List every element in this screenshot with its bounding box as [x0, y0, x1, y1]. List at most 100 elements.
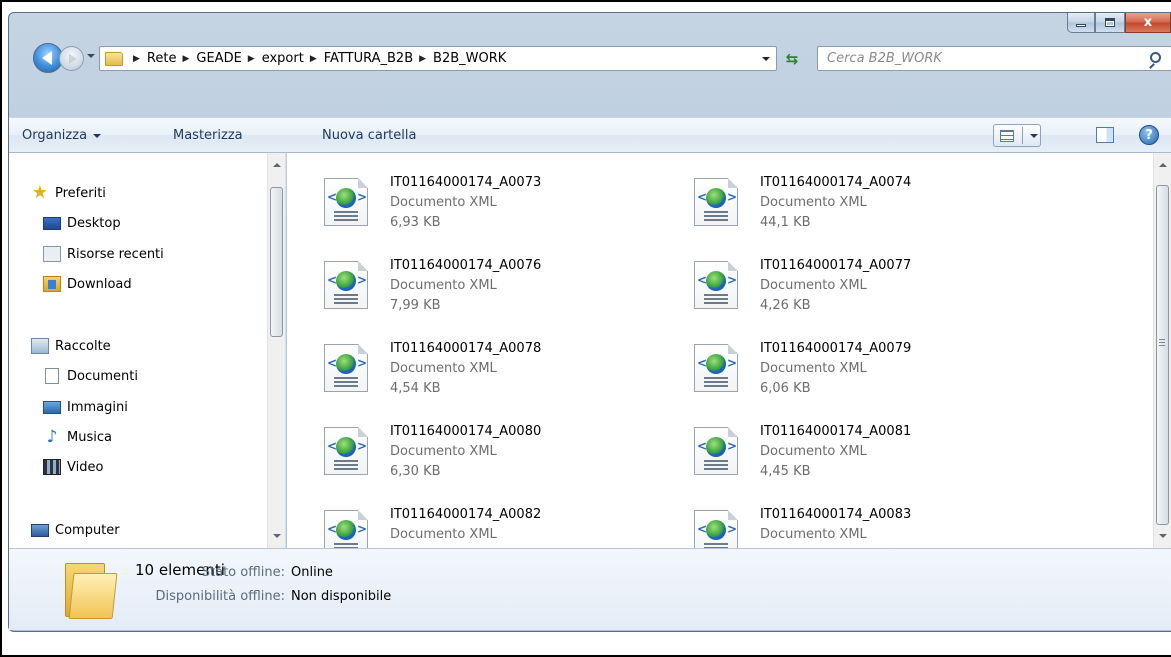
scrollbar-grip-icon [1159, 339, 1165, 346]
file-item[interactable]: < > IT01164000174_A0078 Documento XML 4,54 K… [287, 336, 627, 416]
minimize-icon [1076, 24, 1086, 27]
view-details-icon [1000, 129, 1014, 142]
breadcrumb-separator-icon[interactable]: ▶ [248, 54, 255, 64]
breadcrumb-geade[interactable]: GEADE [196, 51, 241, 66]
file-item[interactable]: < > IT01164000174_A0077 Documento XML 4,26 K… [657, 253, 997, 333]
nav-item-label: Risorse recenti [67, 246, 164, 262]
documents-icon [45, 368, 59, 384]
file-size: 6,93 KB [390, 215, 441, 230]
search-icon[interactable] [1150, 52, 1161, 63]
file-item[interactable]: < > IT01164000174_A0083 Documento XML [657, 502, 997, 548]
search-placeholder: Cerca B2B_WORK [827, 51, 942, 66]
file-size: 4,45 KB [760, 464, 811, 479]
nav-item-label: Download [67, 276, 132, 292]
maximize-button[interactable] [1095, 13, 1125, 33]
file-item[interactable]: < > IT01164000174_A0079 Documento XML 6,06 K… [657, 336, 997, 416]
scrollbar-thumb[interactable] [270, 187, 283, 337]
refresh-button[interactable]: ⇆ [779, 46, 805, 71]
file-name: IT01164000174_A0074 [760, 175, 912, 190]
xml-document-icon: < > [694, 510, 738, 548]
file-item[interactable]: < > IT01164000174_A0074 Documento XML 44,1 K… [657, 170, 997, 250]
command-bar: Organizza Masterizza Nuova cartella ? [9, 117, 1171, 153]
view-separator [1022, 127, 1023, 144]
file-type: Documento XML [760, 444, 867, 459]
nav-item-label: Immagini [67, 399, 128, 415]
file-type: Documento XML [390, 444, 497, 459]
breadcrumb-separator-icon[interactable]: ▶ [133, 54, 140, 64]
scroll-down-icon[interactable] [273, 534, 281, 538]
file-item[interactable]: < > IT01164000174_A0080 Documento XML 6,30 K… [287, 419, 627, 499]
nav-pane-scrollbar[interactable] [267, 153, 285, 548]
file-name: IT01164000174_A0077 [760, 258, 912, 273]
breadcrumb-fattura-b2b[interactable]: FATTURA_B2B [324, 51, 413, 66]
breadcrumb-rete[interactable]: Rete [147, 51, 177, 66]
nav-item-computer[interactable]: Computer [31, 519, 120, 541]
recent-pages-dropdown-icon[interactable] [87, 54, 95, 58]
breadcrumb-separator-icon[interactable]: ▶ [182, 54, 189, 64]
nav-item-favorites[interactable]: ★ Preferiti [31, 182, 106, 204]
address-history-dropdown-icon[interactable] [762, 57, 770, 61]
desktop-icon [43, 216, 61, 230]
nav-item-videos[interactable]: Video [43, 456, 103, 478]
scroll-up-icon[interactable] [1159, 163, 1167, 167]
file-name: IT01164000174_A0080 [390, 424, 542, 439]
preview-pane-icon[interactable] [1096, 127, 1114, 143]
file-name: IT01164000174_A0083 [760, 507, 912, 522]
chevron-down-icon[interactable] [1030, 133, 1038, 138]
address-bar[interactable]: ▶ Rete ▶ GEADE ▶ export ▶ FATTURA_B2B ▶ … [99, 46, 777, 71]
file-type: Documento XML [760, 361, 867, 376]
nav-item-label: Raccolte [55, 338, 111, 354]
offline-status-label: Stato offline: [201, 565, 285, 580]
file-type: Documento XML [390, 195, 497, 210]
nav-item-label: Documenti [67, 368, 138, 384]
organize-menu-button[interactable]: Organizza [22, 128, 102, 143]
xml-document-icon: < > [324, 178, 368, 226]
nav-item-music[interactable]: ♪ Musica [43, 426, 112, 448]
file-item[interactable]: < > IT01164000174_A0076 Documento XML 7,99 K… [287, 253, 627, 333]
file-item[interactable]: < > IT01164000174_A0082 Documento XML [287, 502, 627, 548]
nav-item-libraries[interactable]: Raccolte [31, 335, 111, 357]
file-item[interactable]: < > IT01164000174_A0073 Documento XML 6,93 K… [287, 170, 627, 250]
help-icon[interactable]: ? [1139, 125, 1159, 145]
nav-item-pictures[interactable]: Immagini [43, 396, 128, 418]
xml-document-icon: < > [694, 344, 738, 392]
new-folder-button[interactable]: Nuova cartella [322, 128, 416, 143]
nav-item-label: Desktop [67, 215, 121, 231]
star-icon: ★ [31, 182, 49, 203]
minimize-button[interactable] [1067, 13, 1095, 33]
file-list: < > IT01164000174_A0073 Documento XML 6,93 K… [287, 153, 1153, 548]
computer-icon [31, 523, 49, 537]
breadcrumb-b2b-work[interactable]: B2B_WORK [433, 51, 506, 66]
film-icon [43, 459, 61, 475]
offline-status-value: Online [291, 565, 333, 580]
nav-item-documents[interactable]: Documenti [43, 365, 138, 387]
scroll-up-icon[interactable] [273, 163, 281, 167]
file-type: Documento XML [390, 278, 497, 293]
nav-item-desktop[interactable]: Desktop [43, 212, 121, 234]
xml-document-icon: < > [324, 344, 368, 392]
forward-button[interactable] [59, 46, 84, 71]
breadcrumb-separator-icon[interactable]: ▶ [419, 54, 426, 64]
music-note-icon: ♪ [46, 427, 58, 447]
offline-availability-label: Disponibilità offline: [155, 589, 286, 604]
file-item[interactable]: < > IT01164000174_A0081 Documento XML 4,45 K… [657, 419, 997, 499]
close-icon: x [1143, 15, 1153, 30]
xml-document-icon: < > [324, 510, 368, 548]
file-size: 4,54 KB [390, 381, 441, 396]
file-size: 44,1 KB [760, 215, 811, 230]
change-view-button[interactable] [993, 124, 1041, 147]
scrollbar-thumb[interactable] [1156, 185, 1169, 525]
nav-item-recent[interactable]: Risorse recenti [43, 243, 164, 265]
search-input[interactable]: Cerca B2B_WORK [817, 46, 1171, 71]
burn-button[interactable]: Masterizza [173, 128, 243, 143]
file-name: IT01164000174_A0076 [390, 258, 542, 273]
nav-item-downloads[interactable]: Download [43, 273, 132, 295]
breadcrumb-export[interactable]: export [262, 51, 304, 66]
scroll-down-icon[interactable] [1159, 534, 1167, 538]
pictures-icon [43, 400, 61, 414]
close-button[interactable]: x [1125, 13, 1171, 33]
file-type: Documento XML [760, 278, 867, 293]
file-name: IT01164000174_A0079 [760, 341, 912, 356]
file-list-scrollbar[interactable] [1153, 153, 1171, 548]
breadcrumb-separator-icon[interactable]: ▶ [310, 54, 317, 64]
